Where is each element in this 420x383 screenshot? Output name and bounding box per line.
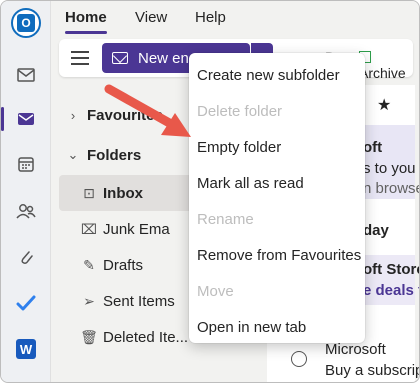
folder-label: Deleted Ite... [103,328,189,346]
todo-icon[interactable] [1,285,51,321]
junk-icon: ⌧ [80,220,98,237]
message-sender: oft [363,139,383,156]
folder-label: Sent Items [103,292,175,310]
inbox-icon: ⊡ [83,184,95,201]
message-subject: s to you [363,160,416,177]
top-tabs: Home View Help [51,1,419,37]
pencil-icon: ✎ [83,256,95,273]
folder-context-menu: Create new subfolder Delete folder Empty… [189,53,365,343]
new-mail-icon[interactable] [1,57,51,93]
chevron-right-icon: › [70,107,76,123]
star-icon[interactable]: ★ [377,95,391,115]
folder-label: Junk Ema [103,220,170,238]
archive-label: Archive [359,65,406,81]
word-icon[interactable]: W [1,331,51,367]
new-email-label: New en [138,49,189,67]
group-header: day [363,222,389,239]
tab-view[interactable]: View [135,9,167,26]
outlook-window: O W Home View Help New en Archive › Favo… [0,0,420,383]
send-icon: ➢ [83,292,95,309]
menu-item-remove-favourites[interactable]: Remove from Favourites [189,237,365,273]
select-radio[interactable] [291,351,307,367]
menu-item-mark-all-read[interactable]: Mark all as read [189,165,365,201]
folders-label: Folders [87,146,142,164]
menu-item-rename: Rename [197,210,254,228]
chevron-down-icon: ⌄ [67,147,79,162]
envelope-icon [112,52,128,64]
message-preview: n browse [363,180,420,197]
menu-item-open-new-tab[interactable]: Open in new tab [189,309,365,345]
people-icon[interactable] [1,193,51,229]
mail-icon[interactable] [1,101,51,137]
attachment-icon[interactable] [1,239,51,275]
trash-icon: 🗑 [80,328,98,345]
menu-item-create-subfolder[interactable]: Create new subfolder [189,57,365,93]
tab-help[interactable]: Help [195,9,226,26]
annotation-arrow-icon [104,84,191,137]
message-subject: e deals f [363,282,420,299]
folder-label: Inbox [103,184,143,202]
folder-label: Drafts [103,256,144,274]
message-sender: oft Store [363,261,420,278]
menu-item-move: Move [197,282,234,300]
tab-home[interactable]: Home [65,9,107,34]
outlook-icon[interactable]: O [1,5,51,41]
app-rail: O W [1,1,51,382]
hamburger-menu-icon[interactable] [71,51,89,65]
calendar-icon[interactable] [1,146,51,182]
message-subject: Buy a subscript [325,362,420,379]
menu-item-delete-folder: Delete folder [197,102,283,120]
archive-button[interactable]: Archive [359,49,413,81]
menu-item-empty-folder[interactable]: Empty folder [189,129,365,165]
